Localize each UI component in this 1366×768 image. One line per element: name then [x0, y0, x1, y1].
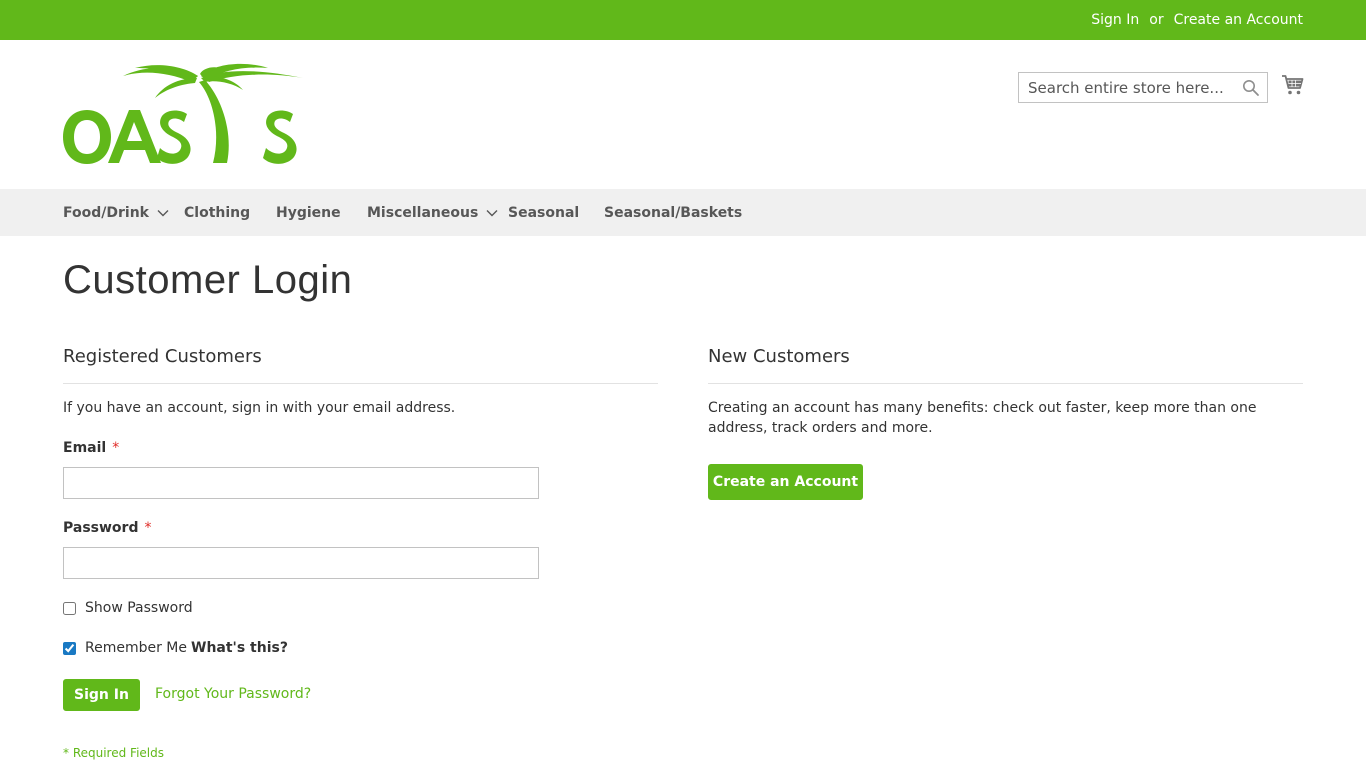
remember-me-row: Remember Me What's this?	[63, 640, 288, 656]
registered-note: If you have an account, sign in with you…	[63, 400, 456, 416]
header-links: Sign In or Create an Account	[1091, 0, 1303, 40]
nav-item-clothing[interactable]: Clothing	[184, 189, 250, 236]
email-label: Email *	[63, 440, 119, 456]
email-label-text: Email	[63, 440, 107, 456]
create-account-button[interactable]: Create an Account	[708, 464, 863, 500]
new-customers-note: Creating an account has many benefits: c…	[708, 400, 1257, 436]
nav-item-label: Seasonal/Baskets	[604, 204, 743, 221]
required-asterisk: *	[112, 440, 120, 456]
password-field[interactable]	[63, 547, 539, 579]
section-divider	[63, 383, 658, 384]
cart-icon[interactable]	[1281, 73, 1305, 97]
nav-item-food-drink[interactable]: Food/Drink	[63, 189, 169, 236]
sign-in-button[interactable]: Sign In	[63, 679, 140, 711]
sign-in-link[interactable]: Sign In	[1091, 12, 1139, 28]
nav-item-seasonal-baskets[interactable]: Seasonal/Baskets	[604, 189, 742, 236]
create-account-link[interactable]: Create an Account	[1174, 12, 1303, 28]
required-fields-note: * Required Fields	[63, 746, 164, 760]
search-input[interactable]	[1019, 73, 1237, 102]
whats-this-link[interactable]: What's this?	[191, 640, 288, 656]
or-separator: or	[1149, 12, 1164, 28]
password-label: Password *	[63, 520, 151, 536]
main-navigation: Food/Drink Clothing Hygiene Miscellaneou…	[0, 189, 1366, 236]
nav-item-label: Miscellaneous	[367, 204, 479, 221]
remember-me-checkbox[interactable]	[63, 641, 76, 655]
top-bar: Sign In or Create an Account	[0, 0, 1366, 40]
required-asterisk: *	[144, 520, 152, 536]
section-divider	[708, 383, 1303, 384]
new-customers-title: New Customers	[708, 346, 850, 367]
nav-item-label: Clothing	[184, 204, 251, 221]
nav-item-label: Seasonal	[508, 204, 580, 221]
remember-me-label: Remember Me	[85, 640, 187, 656]
chevron-down-icon	[486, 209, 498, 216]
nav-item-label: Hygiene	[276, 204, 341, 221]
search-icon[interactable]	[1242, 79, 1260, 97]
nav-item-hygiene[interactable]: Hygiene	[276, 189, 341, 236]
registered-customers-title: Registered Customers	[63, 346, 262, 367]
nav-item-miscellaneous[interactable]: Miscellaneous	[367, 189, 498, 236]
search-box	[1018, 72, 1268, 103]
nav-item-seasonal[interactable]: Seasonal	[508, 189, 579, 236]
oasis-logo[interactable]	[63, 62, 305, 166]
show-password-row: Show Password	[63, 600, 193, 616]
show-password-label: Show Password	[85, 600, 193, 616]
password-label-text: Password	[63, 520, 139, 536]
email-field[interactable]	[63, 467, 539, 499]
forgot-password-link[interactable]: Forgot Your Password?	[155, 686, 311, 702]
show-password-checkbox[interactable]	[63, 601, 76, 615]
nav-item-label: Food/Drink	[63, 204, 149, 221]
chevron-down-icon	[157, 209, 169, 216]
page-title: Customer Login	[63, 258, 353, 302]
